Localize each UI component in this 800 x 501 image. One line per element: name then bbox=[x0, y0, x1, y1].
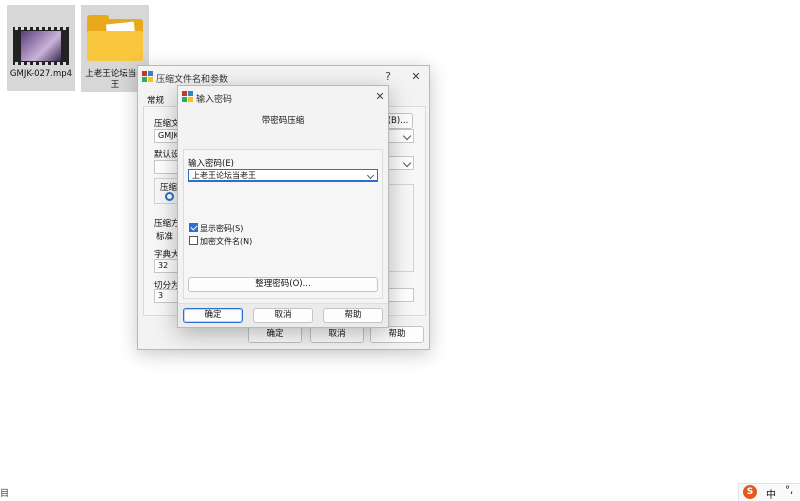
password-cancel-button[interactable]: 取消 bbox=[253, 308, 313, 323]
ime-toolbar[interactable]: S 中 °, bbox=[738, 483, 800, 501]
password-help-button[interactable]: 帮助 bbox=[323, 308, 383, 323]
default-profile-label: 默认设 bbox=[154, 150, 180, 160]
close-icon[interactable]: ✕ bbox=[408, 69, 424, 85]
password-field-bg[interactable] bbox=[388, 288, 414, 302]
password-label: 输入密码(E) bbox=[188, 159, 235, 169]
show-password-checkbox[interactable] bbox=[189, 223, 198, 232]
help-icon[interactable]: ? bbox=[380, 69, 396, 85]
archive-name-label: 压缩文 bbox=[154, 119, 180, 129]
password-dialog-titlebar: 输入密码 ✕ bbox=[178, 86, 388, 108]
organize-passwords-button[interactable]: 整理密码(O)... bbox=[188, 277, 378, 292]
password-dialog-heading: 带密码压缩 bbox=[261, 116, 305, 126]
winrar-logo-icon bbox=[142, 71, 153, 82]
encrypt-names-checkbox[interactable] bbox=[189, 236, 198, 245]
compress-dialog-title: 压缩文件名和参数 bbox=[156, 75, 229, 85]
compress-ok-button[interactable]: 确定 bbox=[248, 326, 302, 343]
close-icon[interactable]: ✕ bbox=[372, 89, 388, 105]
desktop-icon-video[interactable]: GMJK-027.mp4 bbox=[7, 5, 75, 91]
desktop: GMJK-027.mp4 上老王论坛当老王 压缩文件名和参数 ? ✕ 常规 压缩… bbox=[0, 0, 800, 501]
password-dialog-title: 输入密码 bbox=[196, 95, 233, 105]
password-input[interactable]: 上老王论坛当老王 bbox=[188, 169, 378, 182]
folder-icon bbox=[87, 15, 143, 61]
desktop-icon-label: GMJK-027.mp4 bbox=[9, 69, 73, 79]
compress-help-button[interactable]: 帮助 bbox=[370, 326, 424, 343]
password-ok-button[interactable]: 确定 bbox=[183, 308, 243, 323]
encrypt-names-label[interactable]: 加密文件名(N) bbox=[200, 236, 252, 247]
sogou-ime-icon[interactable]: S bbox=[743, 485, 757, 499]
method-label: 压缩方 bbox=[154, 219, 180, 229]
show-password-label[interactable]: 显示密码(S) bbox=[200, 223, 243, 234]
compress-cancel-button[interactable]: 取消 bbox=[310, 326, 364, 343]
password-input-value: 上老王论坛当老王 bbox=[192, 171, 256, 180]
method-value[interactable]: 标准 bbox=[156, 230, 173, 242]
video-thumbnail-icon bbox=[13, 27, 69, 65]
format-radio[interactable] bbox=[165, 192, 174, 201]
password-dialog: 输入密码 ✕ 带密码压缩 输入密码(E) 上老王论坛当老王 显示密码(S) 加密… bbox=[177, 85, 389, 328]
update-mode-dropdown[interactable] bbox=[388, 156, 414, 170]
ime-mode-toggle[interactable]: 中 bbox=[766, 486, 776, 501]
ime-punctuation-toggle[interactable]: °, bbox=[785, 485, 793, 496]
chevron-down-icon[interactable] bbox=[366, 171, 375, 180]
winrar-logo-icon bbox=[182, 91, 193, 102]
options-group bbox=[386, 184, 414, 272]
tab-general[interactable]: 常规 bbox=[147, 94, 164, 106]
password-dialog-body: 带密码压缩 输入密码(E) 上老王论坛当老王 显示密码(S) 加密文件名(N) … bbox=[178, 108, 388, 327]
taskbar-left-glyph[interactable]: 目 bbox=[0, 486, 9, 499]
archive-name-dropdown[interactable] bbox=[388, 129, 414, 143]
